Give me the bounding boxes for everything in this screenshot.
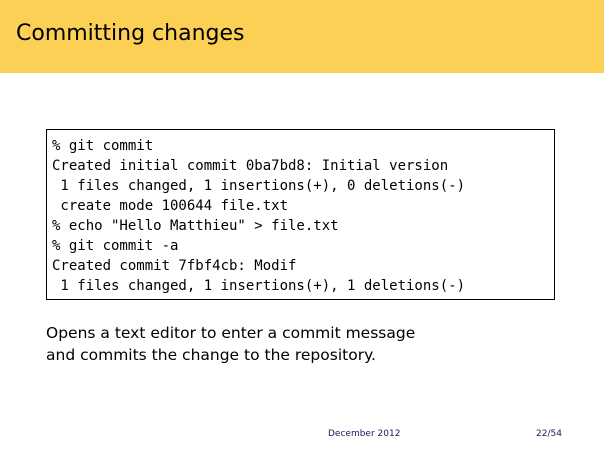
code-line: 1 files changed, 1 insertions(+), 0 dele… xyxy=(52,178,466,194)
code-line: Created commit 7fbf4cb: Modif xyxy=(52,258,297,274)
footer-page-number: 22/54 xyxy=(536,429,562,439)
slide-title-bar: Committing changes xyxy=(0,0,604,73)
code-line: % git commit xyxy=(52,138,154,154)
slide-description: Opens a text editor to enter a commit me… xyxy=(46,322,566,366)
code-line: Created initial commit 0ba7bd8: Initial … xyxy=(52,158,449,174)
code-line: % echo "Hello Matthieu" > file.txt xyxy=(52,218,339,234)
description-line: Opens a text editor to enter a commit me… xyxy=(46,324,416,342)
terminal-code-block: % git commit Created initial commit 0ba7… xyxy=(46,129,555,300)
code-line: % git commit -a xyxy=(52,238,179,254)
slide-title: Committing changes xyxy=(16,21,245,46)
footer-date: December 2012 xyxy=(328,429,401,439)
code-line: 1 files changed, 1 insertions(+), 1 dele… xyxy=(52,278,466,294)
code-line: create mode 100644 file.txt xyxy=(52,198,289,214)
description-line: and commits the change to the repository… xyxy=(46,346,376,364)
